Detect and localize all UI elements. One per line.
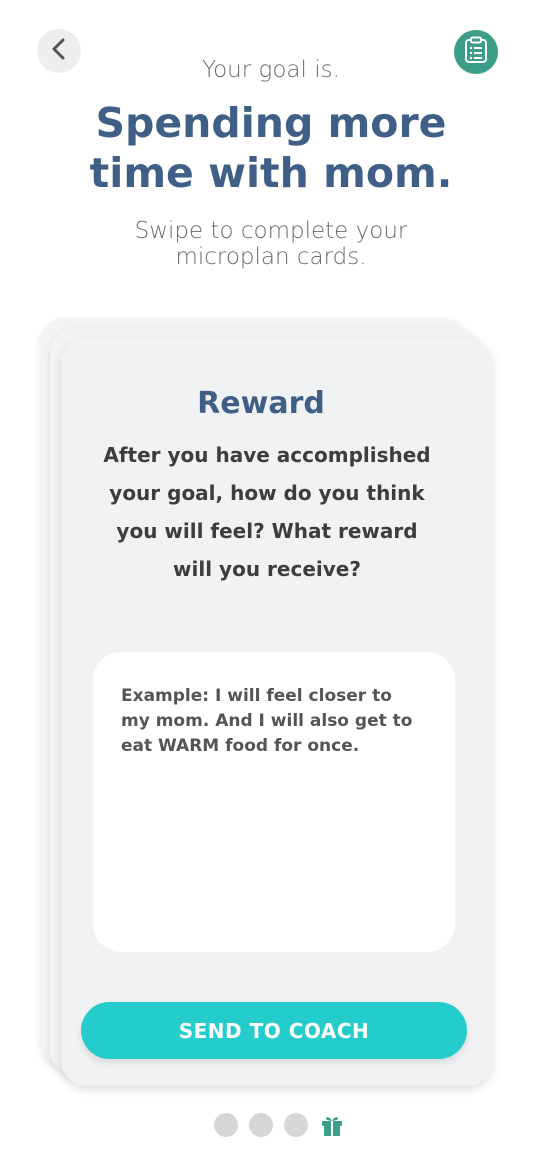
page-dot[interactable] <box>214 1113 238 1137</box>
pagination-dots <box>214 1112 345 1138</box>
answer-input[interactable]: Example: I will feel closer to my mom. A… <box>93 652 455 952</box>
card-question: After you have accomplished your goal, h… <box>103 443 431 581</box>
answer-placeholder: Example: I will feel closer to my mom. A… <box>121 686 413 756</box>
gift-icon[interactable] <box>319 1112 345 1138</box>
goal-eyebrow: Your goal is. <box>202 57 340 83</box>
card-title: Reward <box>197 386 325 421</box>
page-dot[interactable] <box>249 1113 273 1137</box>
swipe-instructions: Swipe to complete your microplan cards. <box>134 218 408 270</box>
page-dot[interactable] <box>284 1113 308 1137</box>
goal-title: Spending more time with mom. <box>89 99 453 197</box>
microplan-card[interactable]: Reward After you have accomplished your … <box>61 338 493 1086</box>
send-to-coach-button[interactable]: SEND TO COACH <box>81 1002 467 1059</box>
